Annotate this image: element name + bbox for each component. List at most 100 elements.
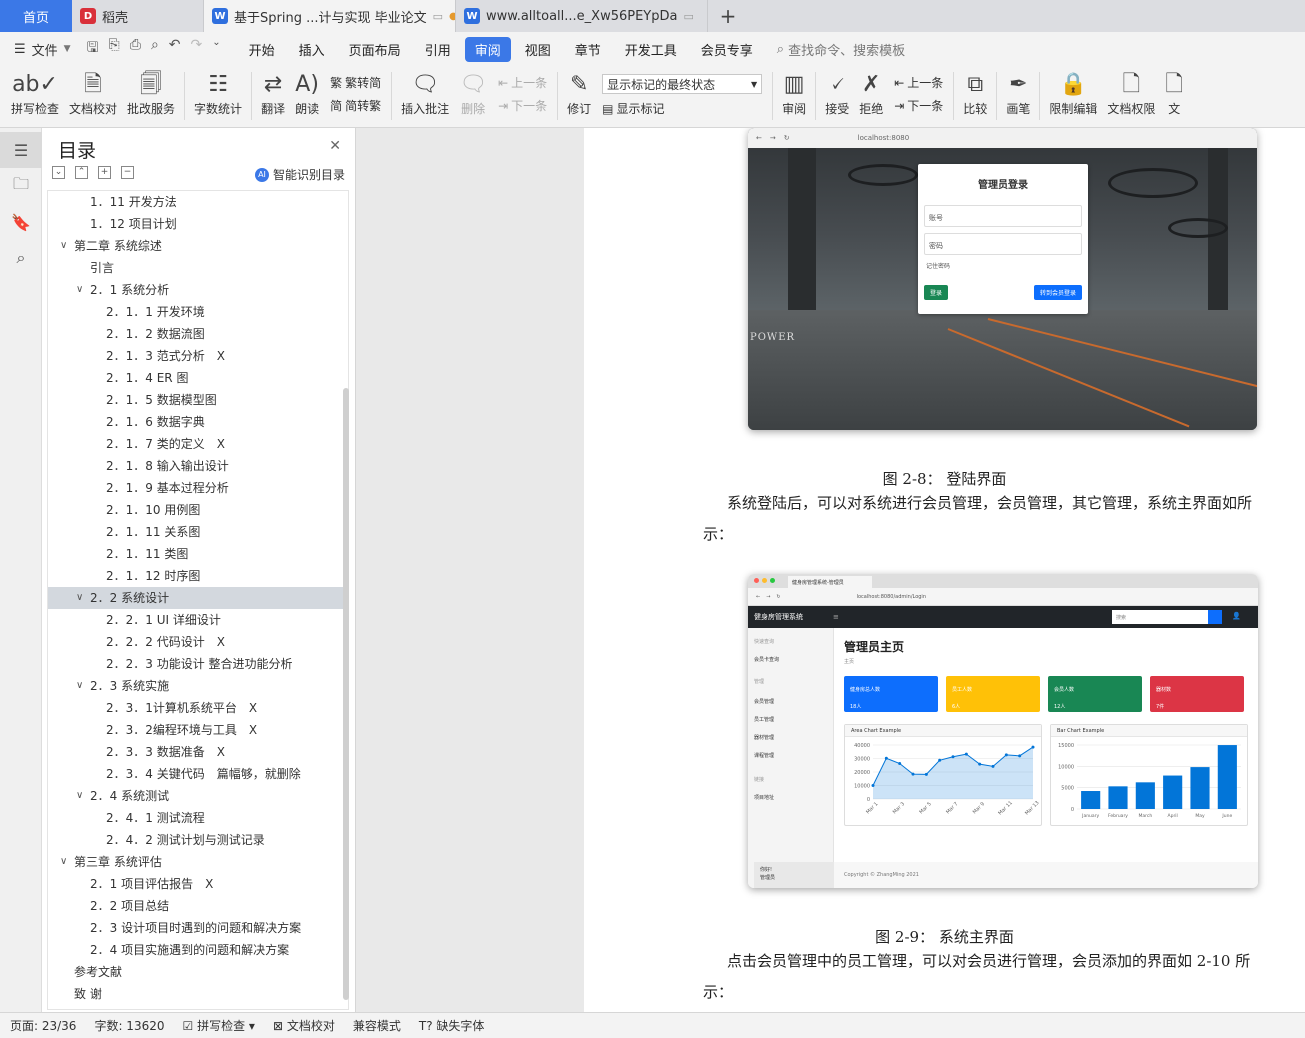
toc-item[interactable]: 2．4．2 测试计划与测试记录 — [48, 829, 348, 851]
chevron-down-icon[interactable]: ∨ — [60, 235, 67, 257]
restrict-edit-button[interactable]: 🔒 限制编辑 — [1044, 66, 1102, 117]
add-heading-icon[interactable]: + — [98, 166, 111, 179]
menu-insert[interactable]: 插入 — [289, 37, 335, 62]
toc-item[interactable]: 2．1．1 开发环境 — [48, 301, 348, 323]
toc-item[interactable]: ∨ 第二章 系统综述 — [48, 235, 348, 257]
toc-item[interactable]: ∨ 2．3 系统实施 — [48, 675, 348, 697]
doc-overflow-button[interactable]: 🗋 文 — [1160, 66, 1188, 117]
menu-section[interactable]: 章节 — [565, 37, 611, 62]
toc-item[interactable]: 2．1．2 数据流图 — [48, 323, 348, 345]
toc-item[interactable]: 2．1．12 时序图 — [48, 565, 348, 587]
chevron-down-icon[interactable]: ∨ — [76, 785, 83, 807]
toc-item[interactable]: 2．3．3 数据准备 X — [48, 741, 348, 763]
menu-review[interactable]: 审阅 — [464, 36, 511, 62]
page-indicator[interactable]: 页面: 23/36 — [10, 1017, 76, 1034]
toc-item[interactable]: 引言 — [48, 257, 348, 279]
word-count-button[interactable]: ☷ 字数统计 — [189, 66, 247, 117]
search-icon[interactable]: ⌕ — [0, 240, 42, 276]
smart-toc-button[interactable]: AI 智能识别目录 — [254, 166, 345, 183]
toc-item[interactable]: ∨ 第三章 系统评估 — [48, 851, 348, 873]
toc-item[interactable]: 1．12 项目计划 — [48, 213, 348, 235]
tab-thesis-document[interactable]: W 基于Spring ...计与实现 毕业论文 ▭ ● — [204, 0, 456, 32]
toc-item[interactable]: 2．1．9 基本过程分析 — [48, 477, 348, 499]
toc-item[interactable]: 2．3．1计算机系统平台 X — [48, 697, 348, 719]
chevron-down-icon[interactable]: ∨ — [76, 675, 83, 697]
bookmark-icon[interactable]: 🔖 — [0, 204, 42, 240]
delete-comment-button[interactable]: 🗨 删除 — [454, 66, 492, 117]
expand-all-icon[interactable]: ⌃ — [75, 166, 88, 179]
toc-item[interactable]: 参考文献 — [48, 961, 348, 983]
print-icon[interactable]: ⎙ — [130, 37, 141, 61]
redo-icon[interactable]: ↷ — [191, 37, 203, 61]
toc-item[interactable]: ∨ 2．1 系统分析 — [48, 279, 348, 301]
show-markup-button[interactable]: ▤ 显示标记 — [602, 100, 762, 117]
toc-scrollbar[interactable] — [343, 388, 349, 1000]
toc-item[interactable]: 2．2．3 功能设计 整合进功能分析 — [48, 653, 348, 675]
tab-second-document[interactable]: W www.alltoall...e_Xw56PEYpDa ▭ — [456, 0, 708, 32]
trad-to-simp-button[interactable]: 繁繁转简 — [330, 74, 381, 91]
menu-developer[interactable]: 开发工具 — [615, 37, 687, 62]
reject-button[interactable]: ✗ 拒绝 — [854, 66, 888, 117]
chevron-down-icon[interactable]: ∨ — [76, 279, 83, 301]
close-icon[interactable]: ✕ — [329, 138, 341, 154]
toc-item[interactable]: 2．1．4 ER 图 — [48, 367, 348, 389]
document-page[interactable]: ← → ↻ localhost:8080 管理员登录 账号 密码 记住密码 登录… — [584, 128, 1305, 1012]
save-icon[interactable]: 🖫 — [87, 37, 99, 61]
chapter-nav-icon[interactable]: 🗀 — [0, 168, 42, 204]
toc-item[interactable]: 致 谢 — [48, 983, 348, 1005]
read-aloud-button[interactable]: A) 朗读 — [290, 66, 324, 117]
translate-button[interactable]: ⇄ 翻译 — [256, 66, 290, 117]
doc-permission-button[interactable]: 🗋 文档权限 — [1102, 66, 1160, 117]
accept-button[interactable]: 🗸 接受 — [820, 66, 854, 117]
pen-button[interactable]: ✒ 画笔 — [1001, 66, 1035, 117]
toc-item[interactable]: 2．2．1 UI 详细设计 — [48, 609, 348, 631]
toc-item[interactable]: 2．1．11 关系图 — [48, 521, 348, 543]
toc-item[interactable]: 2．1．6 数据字典 — [48, 411, 348, 433]
menu-member[interactable]: 会员专享 — [691, 37, 763, 62]
word-count-indicator[interactable]: 字数: 13620 — [94, 1017, 164, 1034]
markup-state-select[interactable]: 显示标记的最终状态 ▼ — [602, 74, 763, 94]
doc-proof-button[interactable]: 🗎 文档校对 — [64, 66, 122, 117]
annotate-service-button[interactable]: 🗐 批改服务 — [122, 66, 180, 117]
menu-view[interactable]: 视图 — [515, 37, 561, 62]
menu-page-layout[interactable]: 页面布局 — [339, 37, 411, 62]
next-change-button[interactable]: ⇥ 下一条 — [894, 97, 943, 114]
prev-comment-button[interactable]: ⇤ 上一条 — [498, 74, 547, 91]
new-tab-button[interactable]: + — [708, 0, 748, 32]
undo-icon[interactable]: ↶ — [169, 37, 181, 61]
tab-daoke[interactable]: D 稻壳 — [72, 0, 204, 32]
toc-item[interactable]: 2．2．2 代码设计 X — [48, 631, 348, 653]
chevron-down-icon[interactable]: ∨ — [60, 851, 67, 873]
toc-item[interactable]: 2．4．1 测试流程 — [48, 807, 348, 829]
print-preview-icon[interactable]: ⌕ — [151, 37, 159, 61]
toc-item[interactable]: 2．3．2编程环境与工具 X — [48, 719, 348, 741]
simp-to-trad-button[interactable]: 简简转繁 — [330, 97, 381, 114]
insert-comment-button[interactable]: 🗨 插入批注 — [396, 66, 454, 117]
tab-home[interactable]: 首页 — [0, 0, 72, 32]
toc-item[interactable]: ∨ 2．2 系统设计 — [48, 587, 348, 609]
toc-item[interactable]: 2．3．4 关键代码 篇幅够，就删除 — [48, 763, 348, 785]
spell-check-toggle[interactable]: ☑ 拼写检查 ▾ — [183, 1017, 255, 1034]
toc-item[interactable]: 2．1．5 数据模型图 — [48, 389, 348, 411]
toc-panel-icon[interactable]: ☰ — [0, 132, 42, 168]
file-menu[interactable]: ☰ 文件 ▼ — [14, 40, 71, 59]
toc-item[interactable]: 1．11 开发方法 — [48, 191, 348, 213]
spell-check-button[interactable]: ab✓ 拼写检查 — [6, 66, 64, 117]
toc-item[interactable]: 2．1．11 类图 — [48, 543, 348, 565]
toc-item[interactable]: 2．1．10 用例图 — [48, 499, 348, 521]
collapse-all-icon[interactable]: ⌄ — [52, 166, 65, 179]
menu-references[interactable]: 引用 — [415, 37, 461, 62]
export-pdf-icon[interactable]: ⎘ — [109, 37, 120, 61]
track-changes-button[interactable]: ✎ 修订 — [562, 66, 596, 117]
customize-chevron-icon[interactable]: ⌄ — [212, 37, 220, 61]
menu-start[interactable]: 开始 — [239, 37, 285, 62]
toc-item[interactable]: 2．4 项目实施遇到的问题和解决方案 — [48, 939, 348, 961]
remove-heading-icon[interactable]: − — [121, 166, 134, 179]
toc-item[interactable]: 2．1．7 类的定义 X — [48, 433, 348, 455]
next-comment-button[interactable]: ⇥ 下一条 — [498, 97, 547, 114]
toc-item[interactable]: 2．1 项目评估报告 X — [48, 873, 348, 895]
toc-item[interactable]: 2．2 项目总结 — [48, 895, 348, 917]
prev-change-button[interactable]: ⇤ 上一条 — [894, 74, 943, 91]
missing-font-button[interactable]: T? 缺失字体 — [419, 1017, 485, 1034]
doc-proof-toggle[interactable]: ⊠ 文档校对 — [273, 1017, 335, 1034]
